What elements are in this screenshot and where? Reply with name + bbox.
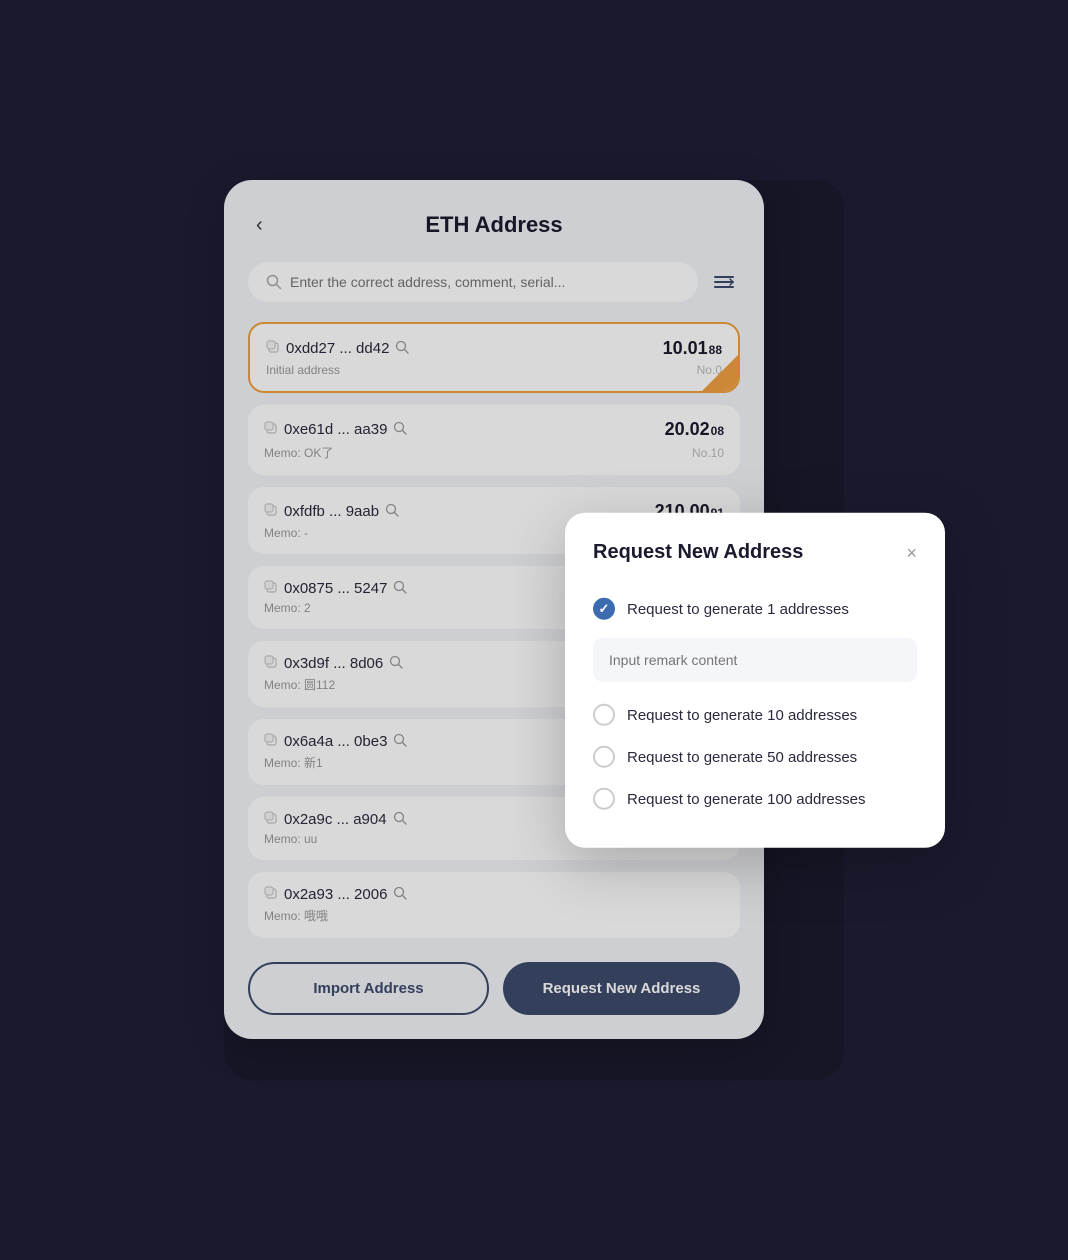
radio-option[interactable]: Request to generate 1 addresses xyxy=(593,588,917,630)
radio-circle xyxy=(593,746,615,768)
radio-circle xyxy=(593,788,615,810)
radio-label: Request to generate 50 addresses xyxy=(627,748,857,765)
modal-title: Request New Address xyxy=(593,541,803,564)
radio-circle xyxy=(593,598,615,620)
radio-circle xyxy=(593,704,615,726)
modal-options: Request to generate 1 addresses Request … xyxy=(593,588,917,820)
modal-dialog: Request New Address × Request to generat… xyxy=(565,513,945,848)
radio-label: Request to generate 1 addresses xyxy=(627,600,849,617)
remark-input[interactable] xyxy=(593,638,917,682)
modal-header: Request New Address × xyxy=(593,541,917,564)
radio-option[interactable]: Request to generate 10 addresses xyxy=(593,694,917,736)
radio-label: Request to generate 10 addresses xyxy=(627,706,857,723)
radio-label: Request to generate 100 addresses xyxy=(627,790,866,807)
radio-option[interactable]: Request to generate 100 addresses xyxy=(593,778,917,820)
radio-option[interactable]: Request to generate 50 addresses xyxy=(593,736,917,778)
modal-close-button[interactable]: × xyxy=(906,543,917,561)
